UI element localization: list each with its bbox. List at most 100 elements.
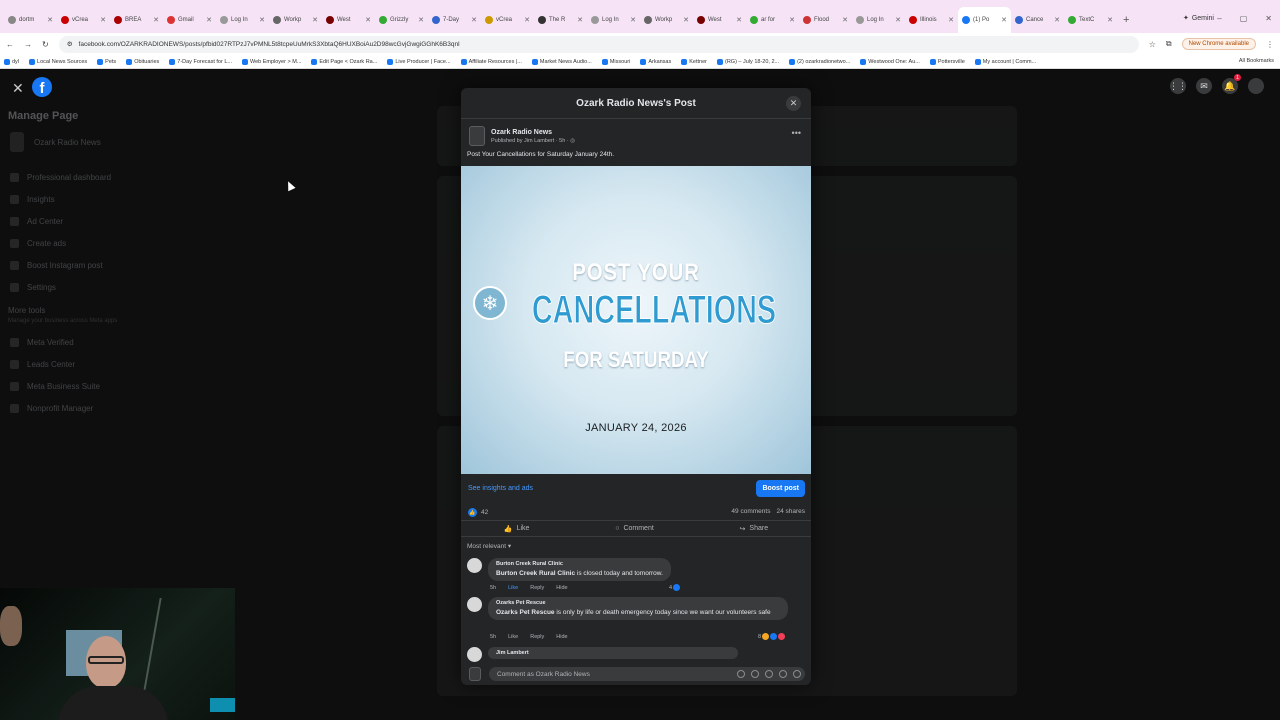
bookmark-item[interactable]: Market News Audio... (531, 58, 592, 65)
minimize-icon[interactable]: – (1217, 14, 1221, 23)
comment-sort-dropdown[interactable]: Most relevant ▾ (467, 542, 511, 550)
tab-close-icon[interactable]: ✕ (471, 16, 477, 24)
close-icon[interactable]: ✕ (12, 80, 24, 97)
comment-hide-button[interactable]: Hide (556, 585, 567, 591)
browser-tab[interactable]: Log In ✕ (852, 7, 905, 33)
tab-close-icon[interactable]: ✕ (153, 16, 159, 24)
back-icon[interactable]: ← (6, 40, 14, 49)
comment-tag[interactable]: Ozarks Pet Rescue (496, 609, 555, 616)
comment-author[interactable]: Jim Lambert (496, 650, 730, 656)
sidebar-item[interactable]: Boost Instagram post (10, 261, 103, 270)
bookmark-item[interactable]: Missouri (601, 58, 630, 65)
sidebar-tool[interactable]: Meta Business Suite (10, 382, 100, 391)
browser-tab[interactable]: Workp ✕ (640, 7, 693, 33)
browser-tab[interactable]: vCrea ✕ (481, 7, 534, 33)
bookmark-item[interactable]: Pets (97, 58, 116, 65)
comments-count[interactable]: 49 comments (731, 508, 770, 515)
bookmark-item[interactable]: dyl (4, 58, 19, 65)
sidebar-tool[interactable]: Meta Verified (10, 338, 74, 347)
bookmark-item[interactable]: My account | Comm... (974, 58, 1036, 65)
camera-icon[interactable] (765, 670, 773, 678)
browser-tab[interactable]: vCrea ✕ (57, 7, 110, 33)
tab-close-icon[interactable]: ✕ (736, 16, 742, 24)
browser-tab[interactable]: Flood ✕ (799, 7, 852, 33)
comment-reactions[interactable]: 4 (669, 584, 681, 591)
sticker-icon[interactable] (793, 670, 801, 678)
post-image[interactable]: ❄ POST YOUR CANCELLATIONS FOR SATURDAY J… (461, 166, 811, 474)
browser-tab[interactable]: The R ✕ (534, 7, 587, 33)
bookmark-item[interactable]: Local News Sources (29, 58, 87, 65)
author-avatar[interactable] (469, 126, 485, 146)
sidebar-tool[interactable]: Leads Center (10, 360, 75, 369)
tab-close-icon[interactable]: ✕ (100, 16, 106, 24)
tab-close-icon[interactable]: ✕ (789, 16, 795, 24)
gif-icon[interactable] (779, 670, 787, 678)
reaction-summary[interactable]: 👍 42 (468, 508, 488, 517)
sidebar-tool[interactable]: Nonprofit Manager (10, 404, 93, 413)
messenger-icon[interactable]: ✉ (1196, 78, 1212, 94)
tab-close-icon[interactable]: ✕ (312, 16, 318, 24)
browser-tab[interactable]: (1) Po ✕ (958, 7, 1011, 33)
bookmark-item[interactable]: (RG) – July 18-20, 2... (716, 58, 779, 65)
bookmark-item[interactable]: 7-Day Forecast for L... (169, 58, 232, 65)
close-window-icon[interactable]: ✕ (1265, 14, 1272, 23)
comment-tag[interactable]: Burton Creek Rural Clinic (496, 570, 575, 577)
tab-close-icon[interactable]: ✕ (47, 16, 53, 24)
bookmark-item[interactable]: Pottersville (929, 58, 965, 65)
sidebar-item[interactable]: Create ads (10, 239, 66, 248)
tab-close-icon[interactable]: ✕ (1107, 16, 1113, 24)
tab-close-icon[interactable]: ✕ (1054, 16, 1060, 24)
browser-tab[interactable]: ar for ✕ (746, 7, 799, 33)
facebook-logo-icon[interactable]: f (32, 77, 52, 97)
gemini-button[interactable]: ✦ Gemini (1183, 14, 1214, 23)
comment-reply-button[interactable]: Reply (530, 585, 544, 591)
tab-close-icon[interactable]: ✕ (206, 16, 212, 24)
post-options-icon[interactable]: ••• (792, 128, 801, 138)
new-tab-icon[interactable]: + (1123, 14, 1129, 26)
tab-close-icon[interactable]: ✕ (524, 16, 530, 24)
browser-tab[interactable]: 7-Day ✕ (428, 7, 481, 33)
bookmark-item[interactable]: (2) ozarkradionetwo... (789, 58, 850, 65)
browser-tab[interactable]: Workp ✕ (269, 7, 322, 33)
sidebar-item[interactable]: Settings (10, 283, 56, 292)
tab-close-icon[interactable]: ✕ (895, 16, 901, 24)
insights-link[interactable]: See insights and ads (468, 485, 533, 492)
maximize-icon[interactable]: ▢ (1240, 14, 1248, 23)
comment-reactions[interactable]: 8 (758, 633, 786, 640)
comment-author[interactable]: Ozarks Pet Rescue (496, 600, 780, 606)
comment-hide-button[interactable]: Hide (556, 634, 567, 640)
tab-close-icon[interactable]: ✕ (577, 16, 583, 24)
bookmark-item[interactable]: Edit Page < Ozark Ra... (311, 58, 377, 65)
sidebar-item[interactable]: Insights (10, 195, 55, 204)
reload-icon[interactable]: ↻ (42, 40, 49, 49)
chrome-update-button[interactable]: New Chrome available (1181, 38, 1256, 50)
bookmark-item[interactable]: Web Employer > M... (241, 58, 301, 65)
tab-close-icon[interactable]: ✕ (630, 16, 636, 24)
comment-like-button[interactable]: Like (508, 585, 518, 591)
comment-avatar[interactable] (467, 647, 482, 662)
shares-count[interactable]: 24 shares (776, 508, 805, 515)
emoji-icon[interactable] (751, 670, 759, 678)
comment-reply-button[interactable]: Reply (530, 634, 544, 640)
tab-close-icon[interactable]: ✕ (365, 16, 371, 24)
browser-tab[interactable]: Illinois ✕ (905, 7, 958, 33)
comment-button[interactable]: ○ Comment (615, 525, 654, 532)
bookmark-item[interactable]: Kettner (681, 58, 707, 65)
bookmark-item[interactable]: Obituaries (126, 58, 159, 65)
composer-avatar[interactable] (469, 667, 481, 681)
browser-tab[interactable]: Grizzly ✕ (375, 7, 428, 33)
comment-input[interactable]: Comment as Ozark Radio News (489, 667, 805, 681)
comment-author[interactable]: Burton Creek Rural Clinic (496, 561, 663, 567)
comment-time[interactable]: 5h (490, 585, 496, 591)
menu-grid-icon[interactable]: ⋮⋮ (1169, 78, 1187, 94)
comment-avatar[interactable] (467, 558, 482, 573)
sidebar-item[interactable]: Professional dashboard (10, 173, 111, 182)
browser-tab[interactable]: Log In ✕ (216, 7, 269, 33)
browser-tab[interactable]: Gmail ✕ (163, 7, 216, 33)
browser-tab[interactable]: dortm ✕ (4, 7, 57, 33)
extensions-icon[interactable]: ⧉ (1166, 39, 1172, 49)
avatar-sticker-icon[interactable] (737, 670, 745, 678)
modal-close-icon[interactable]: ✕ (786, 96, 801, 111)
bookmark-item[interactable]: Westwood One: Au... (860, 58, 920, 65)
menu-kebab-icon[interactable]: ⋮ (1266, 40, 1274, 49)
